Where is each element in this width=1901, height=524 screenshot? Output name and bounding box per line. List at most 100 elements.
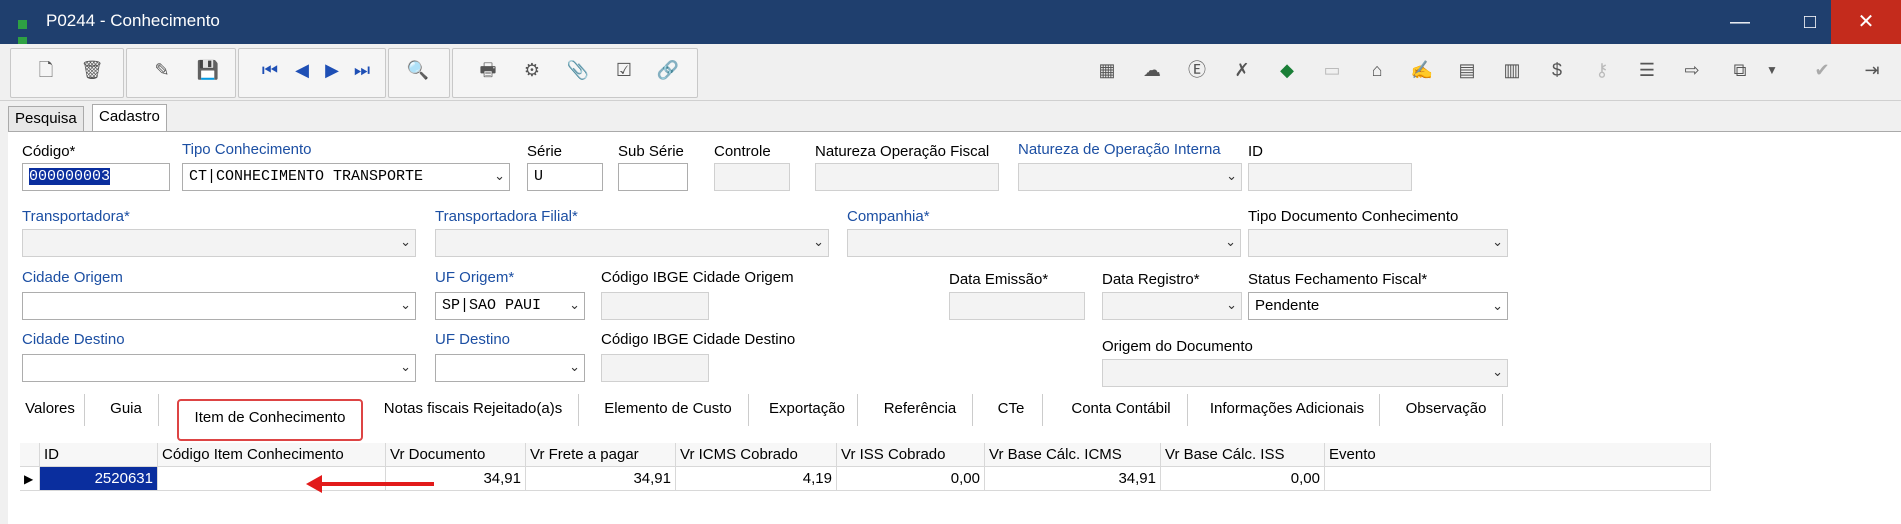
tab-valores[interactable]: Valores xyxy=(16,394,85,426)
document-x-icon[interactable]: ✗ xyxy=(1230,58,1254,82)
tab-cte[interactable]: CTe xyxy=(980,394,1043,426)
edit-form-icon[interactable]: ✍ xyxy=(1410,58,1434,82)
transportadora-filial-select[interactable]: ⌄ xyxy=(435,229,829,257)
cidade-origem-select[interactable]: ⌄ xyxy=(22,292,416,320)
delete-icon[interactable]: 🗑 xyxy=(80,58,104,82)
codigo-field[interactable]: 000000003 xyxy=(22,163,170,191)
cloud-icon[interactable]: ☁ xyxy=(1140,58,1164,82)
grid-cell-codigo-item[interactable] xyxy=(158,467,386,491)
grid-header-evento[interactable]: Evento xyxy=(1325,443,1711,467)
next-record-icon[interactable]: ▶ xyxy=(320,58,344,82)
export-doc-icon[interactable]: ⇨ xyxy=(1680,58,1704,82)
status-fechamento-select[interactable]: Pendente ⌄ xyxy=(1248,292,1508,320)
grid-cell-vr-icms[interactable]: 4,19 xyxy=(676,467,837,491)
chevron-down-icon: ⌄ xyxy=(569,360,580,375)
grid-indicator-header xyxy=(20,443,40,467)
ibge-origem-label: Código IBGE Cidade Origem xyxy=(601,269,794,286)
save-icon[interactable]: 💾 xyxy=(196,58,220,82)
controle-label: Controle xyxy=(714,143,771,160)
tab-pesquisa[interactable]: Pesquisa xyxy=(8,106,84,131)
serie-label: Série xyxy=(527,143,563,160)
companhia-select[interactable]: ⌄ xyxy=(847,229,1241,257)
subserie-label: Sub Série xyxy=(618,143,684,160)
prev-record-icon[interactable]: ◀ xyxy=(290,58,314,82)
cidade-destino-select[interactable]: ⌄ xyxy=(22,354,416,382)
grid-cell-evento[interactable] xyxy=(1325,467,1711,491)
grid-header-vr-icms[interactable]: Vr ICMS Cobrado xyxy=(676,443,837,467)
grid-header-codigo-item[interactable]: Código Item Conhecimento xyxy=(158,443,386,467)
folder-icon[interactable]: ⌂ xyxy=(1365,58,1389,82)
uf-destino-select[interactable]: ⌄ xyxy=(435,354,585,382)
chevron-down-icon: ⌄ xyxy=(569,298,580,313)
last-record-icon[interactable]: ⏭ xyxy=(350,58,374,82)
grid-header-vr-documento[interactable]: Vr Documento xyxy=(386,443,526,467)
minimize-button[interactable]: — xyxy=(1705,0,1775,44)
currency-doc-icon[interactable]: $ xyxy=(1545,58,1569,82)
uf-destino-label: UF Destino xyxy=(435,331,511,348)
tab-observacao[interactable]: Observação xyxy=(1390,394,1503,426)
tipo-documento-select[interactable]: ⌄ xyxy=(1248,229,1508,257)
tab-informacoes-adicionais[interactable]: Informações Adicionais xyxy=(1195,394,1380,426)
tab-item-conhecimento[interactable]: Item de Conhecimento xyxy=(177,399,363,441)
cidade-origem-label: Cidade Origem xyxy=(22,269,123,286)
calculator-icon[interactable]: ▦ xyxy=(1095,58,1119,82)
tab-exportacao[interactable]: Exportação xyxy=(757,394,858,426)
data-emissao-field[interactable] xyxy=(949,292,1085,320)
tab-guia[interactable]: Guia xyxy=(94,394,159,426)
gear-icon[interactable]: ⚙ xyxy=(520,58,544,82)
origem-documento-select[interactable]: ⌄ xyxy=(1102,359,1508,387)
search-binoculars-icon[interactable]: 🔍 xyxy=(406,58,430,82)
tab-cadastro[interactable]: Cadastro xyxy=(92,104,167,133)
uf-origem-select[interactable]: SP|SAO PAUI ⌄ xyxy=(435,292,585,320)
tab-notas-fiscais[interactable]: Notas fiscais Rejeitado(a)s xyxy=(368,394,579,426)
row-indicator-icon: ▶ xyxy=(20,467,40,491)
natureza-interna-select[interactable]: ⌄ xyxy=(1018,163,1242,191)
grid-cell-id[interactable]: 2520631 xyxy=(40,467,158,491)
checkbox-icon[interactable]: ☑ xyxy=(612,58,636,82)
chevron-down-icon: ⌄ xyxy=(1492,298,1503,313)
title-bar: P0244 - Conhecimento — □ ✕ xyxy=(0,0,1901,46)
data-registro-field[interactable]: ⌄ xyxy=(1102,292,1242,320)
grid-header-vr-iss[interactable]: Vr ISS Cobrado xyxy=(837,443,985,467)
tipo-conhecimento-select[interactable]: CT|CONHECIMENTO TRANSPORTE ⌄ xyxy=(182,163,510,191)
id-field xyxy=(1248,163,1412,191)
check-icon[interactable]: ✔ xyxy=(1810,58,1834,82)
grid-cell-vr-base-iss[interactable]: 0,00 xyxy=(1161,467,1325,491)
status-fechamento-value: Pendente xyxy=(1255,297,1320,314)
dropdown-arrow-icon[interactable]: ▼ xyxy=(1760,58,1784,82)
first-record-icon[interactable]: ⏮ xyxy=(258,58,282,82)
grid-cell-vr-iss[interactable]: 0,00 xyxy=(837,467,985,491)
edit-icon[interactable]: ✎ xyxy=(150,58,174,82)
grid-header-vr-base-iss[interactable]: Vr Base Cálc. ISS xyxy=(1161,443,1325,467)
copy-icon[interactable]: ⧉ xyxy=(1728,58,1752,82)
tab-referencia[interactable]: Referência xyxy=(868,394,973,426)
grid-cell-vr-frete[interactable]: 34,91 xyxy=(526,467,676,491)
network-icon[interactable]: ◆ xyxy=(1275,58,1299,82)
grid-header-vr-base-icms[interactable]: Vr Base Cálc. ICMS xyxy=(985,443,1161,467)
close-button[interactable]: ✕ xyxy=(1831,0,1901,44)
serie-field[interactable]: U xyxy=(527,163,603,191)
link-icon[interactable]: 🔗 xyxy=(656,58,680,82)
transportadora-select[interactable]: ⌄ xyxy=(22,229,416,257)
tipo-conhecimento-value: CT|CONHECIMENTO TRANSPORTE xyxy=(189,168,424,185)
ec-icon[interactable]: Ⓔ xyxy=(1185,58,1209,82)
key-icon[interactable]: ⚷ xyxy=(1590,58,1614,82)
tab-elemento-custo[interactable]: Elemento de Custo xyxy=(588,394,749,426)
data-registro-label: Data Registro* xyxy=(1102,271,1200,288)
attachment-icon[interactable]: 📎 xyxy=(566,58,590,82)
id-label: ID xyxy=(1248,143,1263,160)
calendar-icon[interactable]: ▥ xyxy=(1500,58,1524,82)
tab-conta-contabil[interactable]: Conta Contábil xyxy=(1055,394,1188,426)
disabled-doc-icon[interactable]: ▭ xyxy=(1320,58,1344,82)
new-document-icon[interactable]: 🗋 xyxy=(34,58,58,82)
grid-cell-vr-base-icms[interactable]: 34,91 xyxy=(985,467,1161,491)
subserie-field[interactable] xyxy=(618,163,688,191)
print-icon[interactable]: 🖶 xyxy=(476,58,500,82)
grid-header-vr-frete[interactable]: Vr Frete a pagar xyxy=(526,443,676,467)
exit-icon[interactable]: ⇥ xyxy=(1860,58,1884,82)
list-doc-icon[interactable]: ☰ xyxy=(1635,58,1659,82)
chevron-down-icon: ⌄ xyxy=(400,360,411,375)
grid-header-id[interactable]: ID xyxy=(40,443,158,467)
grid-cell-vr-documento[interactable]: 34,91 xyxy=(386,467,526,491)
document-status-icon[interactable]: ▤ xyxy=(1455,58,1479,82)
